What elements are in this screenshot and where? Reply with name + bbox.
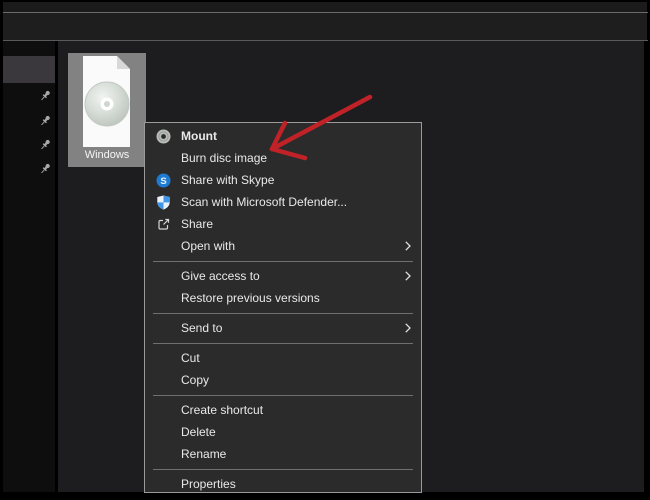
skype-icon: S xyxy=(155,172,171,188)
menu-item-rename[interactable]: Rename xyxy=(145,443,421,465)
menu-item-label: Create shortcut xyxy=(181,403,263,417)
disc-image-file-icon xyxy=(83,56,131,148)
disc-icon xyxy=(155,128,171,144)
menu-item-icon-empty xyxy=(155,150,171,166)
pushpin-icon[interactable] xyxy=(38,162,52,176)
menu-item-icon-empty xyxy=(155,476,171,492)
menu-item-label: Scan with Microsoft Defender... xyxy=(181,195,347,209)
window-titlebar xyxy=(3,2,647,12)
menu-item-label: Rename xyxy=(181,447,226,461)
menu-separator xyxy=(145,391,421,399)
menu-item-label: Give access to xyxy=(181,269,260,283)
menu-item-mount[interactable]: Mount xyxy=(145,125,421,147)
menu-item-label: Restore previous versions xyxy=(181,291,320,305)
menu-separator xyxy=(145,339,421,347)
menu-separator xyxy=(145,309,421,317)
menu-item-icon-empty xyxy=(155,446,171,462)
menu-item-cut[interactable]: Cut xyxy=(145,347,421,369)
menu-item-open-with[interactable]: Open with xyxy=(145,235,421,257)
sidebar-selected-item[interactable] xyxy=(3,56,55,83)
menu-item-label: Properties xyxy=(181,477,236,491)
menu-item-delete[interactable]: Delete xyxy=(145,421,421,443)
pushpin-icon[interactable] xyxy=(38,114,52,128)
menu-item-label: Share with Skype xyxy=(181,173,274,187)
menu-item-share[interactable]: Share xyxy=(145,213,421,235)
svg-text:S: S xyxy=(160,176,166,187)
file-name-label: Windows xyxy=(68,149,146,161)
menu-item-label: Open with xyxy=(181,239,235,253)
menu-item-give-access-to[interactable]: Give access to xyxy=(145,265,421,287)
pushpin-icon[interactable] xyxy=(38,89,52,103)
menu-item-properties[interactable]: Properties xyxy=(145,473,421,495)
menu-item-label: Share xyxy=(181,217,213,231)
menu-item-icon-empty xyxy=(155,350,171,366)
menu-item-create-shortcut[interactable]: Create shortcut xyxy=(145,399,421,421)
menu-item-label: Mount xyxy=(181,129,217,143)
menu-item-icon-empty xyxy=(155,424,171,440)
menu-item-icon-empty xyxy=(155,402,171,418)
menu-item-label: Burn disc image xyxy=(181,151,267,165)
menu-item-icon-empty xyxy=(155,290,171,306)
pushpin-icon[interactable] xyxy=(38,138,52,152)
menu-item-icon-empty xyxy=(155,372,171,388)
share-icon xyxy=(155,216,171,232)
submenu-chevron-icon xyxy=(405,271,411,281)
menu-item-label: Send to xyxy=(181,321,222,335)
menu-item-scan-with-microsoft-defender[interactable]: Scan with Microsoft Defender... xyxy=(145,191,421,213)
menu-separator xyxy=(145,465,421,473)
menu-item-label: Copy xyxy=(181,373,209,387)
menu-item-icon-empty xyxy=(155,320,171,336)
menu-item-burn-disc-image[interactable]: Burn disc image xyxy=(145,147,421,169)
menu-item-copy[interactable]: Copy xyxy=(145,369,421,391)
menu-separator xyxy=(145,257,421,265)
menu-item-icon-empty xyxy=(155,238,171,254)
menu-item-restore-previous-versions[interactable]: Restore previous versions xyxy=(145,287,421,309)
file-tile-windows-iso[interactable]: Windows xyxy=(68,53,146,167)
menu-item-label: Cut xyxy=(181,351,200,365)
ribbon-strip xyxy=(3,13,647,40)
submenu-chevron-icon xyxy=(405,323,411,333)
navigation-pane xyxy=(3,41,58,492)
menu-item-icon-empty xyxy=(155,268,171,284)
menu-item-send-to[interactable]: Send to xyxy=(145,317,421,339)
context-menu: Mount Burn disc image S Share with Skype Sca… xyxy=(144,122,422,493)
defender-icon xyxy=(155,194,171,210)
submenu-chevron-icon xyxy=(405,241,411,251)
menu-item-label: Delete xyxy=(181,425,216,439)
menu-item-share-with-skype[interactable]: S Share with Skype xyxy=(145,169,421,191)
